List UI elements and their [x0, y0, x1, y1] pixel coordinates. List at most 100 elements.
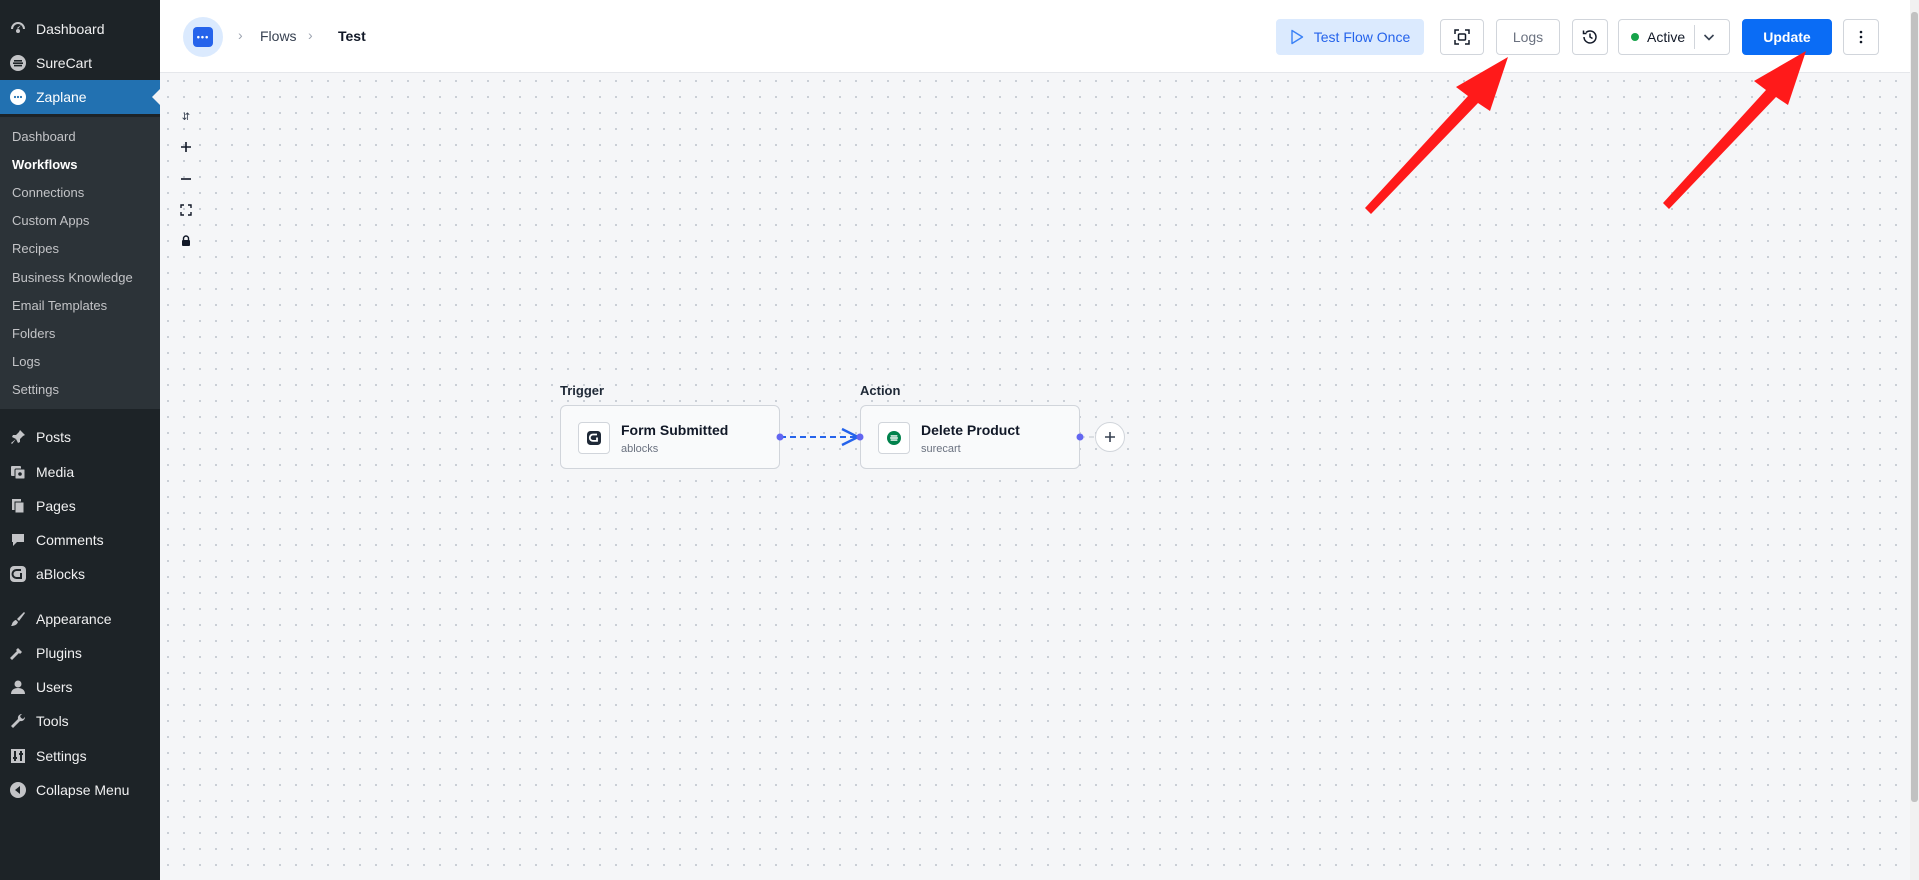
chevron-right-icon: › [308, 27, 313, 43]
menu-item-plugins[interactable]: Plugins [0, 636, 160, 670]
plug-icon [8, 643, 28, 663]
breadcrumb-current-flow: Test [338, 28, 366, 44]
kebab-menu-icon [1859, 30, 1863, 44]
status-dot [1631, 33, 1639, 41]
lock-icon[interactable] [176, 231, 196, 251]
action-output-handle [1076, 433, 1084, 441]
pin-icon [8, 427, 28, 447]
history-icon [1581, 28, 1599, 46]
menu-item-label: Posts [36, 429, 72, 445]
flow-editor-header: ••• › Flows › Test Test Flow Once Logs A… [160, 0, 1910, 73]
page-scrollbar[interactable] [1910, 0, 1919, 880]
menu-item-label: Plugins [36, 645, 82, 661]
menu-item-dashboard[interactable]: Dashboard [0, 12, 160, 46]
submenu-item-connections[interactable]: Connections [12, 185, 84, 200]
submenu-item-custom-apps[interactable]: Custom Apps [12, 213, 89, 228]
pages-icon [8, 496, 28, 516]
zaplane-submenu: Dashboard Workflows Connections Custom A… [0, 117, 160, 409]
action-input-handle [856, 433, 864, 441]
submenu-item-recipes[interactable]: Recipes [12, 241, 59, 256]
brush-icon [8, 609, 28, 629]
submenu-item-business-knowledge[interactable]: Business Knowledge [12, 270, 133, 285]
update-label: Update [1763, 29, 1811, 45]
menu-item-zaplane[interactable]: Zaplane [0, 80, 160, 114]
plus-icon [1104, 431, 1116, 443]
ablocks-app-icon [578, 422, 610, 454]
screenshot-button[interactable] [1440, 19, 1484, 55]
user-icon [8, 677, 28, 697]
trigger-node[interactable]: Form Submitted ablocks [560, 405, 780, 469]
submenu-item-folders[interactable]: Folders [12, 326, 55, 341]
menu-item-comments[interactable]: Comments [0, 523, 160, 557]
menu-item-tools[interactable]: Tools [0, 704, 160, 738]
dashboard-icon [8, 19, 28, 39]
menu-item-surecart[interactable]: SureCart [0, 46, 160, 80]
menu-item-settings[interactable]: Settings [0, 739, 160, 773]
comment-icon [8, 530, 28, 550]
menu-item-label: Users [36, 679, 73, 695]
menu-item-ablocks[interactable]: aBlocks [0, 557, 160, 591]
update-button[interactable]: Update [1742, 19, 1832, 55]
more-options-button[interactable] [1843, 19, 1879, 55]
menu-item-label: SureCart [36, 55, 93, 71]
flow-edges [776, 427, 1100, 447]
chevron-down-icon[interactable] [1701, 29, 1717, 45]
submenu-item-dashboard[interactable]: Dashboard [12, 129, 76, 144]
media-icon [8, 462, 28, 482]
menu-item-label: Zaplane [36, 89, 87, 105]
menu-item-label: aBlocks [36, 566, 86, 582]
scan-icon [1453, 28, 1471, 46]
breadcrumb-flows[interactable]: Flows [260, 28, 297, 44]
admin-sidebar: Dashboard SureCart Zaplane Dashboard Wor… [0, 0, 160, 880]
menu-item-label: Settings [36, 748, 87, 764]
submenu-item-logs[interactable]: Logs [12, 354, 40, 369]
submenu-item-email-templates[interactable]: Email Templates [12, 298, 107, 313]
zaplane-logo[interactable]: ••• [183, 17, 223, 57]
fit-view-icon[interactable] [176, 200, 196, 220]
trigger-title: Form Submitted [621, 422, 729, 438]
collapse-icon [8, 780, 28, 800]
status-divider [1694, 25, 1695, 49]
add-step-button[interactable] [1095, 422, 1125, 452]
trigger-output-handle [776, 433, 784, 441]
submenu-item-settings[interactable]: Settings [12, 382, 59, 397]
chevron-right-icon: › [238, 27, 243, 43]
trigger-app-name: ablocks [621, 443, 659, 455]
logs-button[interactable]: Logs [1496, 19, 1560, 55]
menu-item-posts[interactable]: Posts [0, 420, 160, 454]
test-flow-once-label: Test Flow Once [1313, 29, 1411, 45]
menu-item-label: Pages [36, 498, 76, 514]
menu-item-label: Media [36, 464, 75, 480]
menu-item-label: Appearance [36, 611, 112, 627]
status-label: Active [1647, 29, 1686, 45]
ablocks-icon [8, 564, 28, 584]
test-flow-once-button[interactable]: Test Flow Once [1276, 19, 1424, 55]
menu-item-label: Dashboard [36, 21, 105, 37]
logo-mark-icon: ••• [193, 27, 213, 47]
flow-canvas[interactable]: ⇵ Trigger Form Submitted ablocks Action … [160, 73, 1910, 880]
menu-item-label: Tools [36, 713, 69, 729]
zoom-out-icon[interactable] [176, 169, 196, 189]
logs-label: Logs [1512, 29, 1544, 45]
swap-direction-icon[interactable]: ⇵ [176, 107, 196, 127]
settings-icon [8, 746, 28, 766]
action-section-label: Action [860, 383, 901, 398]
submenu-item-workflows[interactable]: Workflows [12, 157, 78, 172]
play-icon [1290, 29, 1304, 45]
status-dropdown[interactable]: Active [1618, 19, 1730, 55]
menu-item-pages[interactable]: Pages [0, 489, 160, 523]
menu-item-label: Comments [36, 532, 104, 548]
menu-item-label: Collapse Menu [36, 782, 130, 798]
menu-item-users[interactable]: Users [0, 670, 160, 704]
surecart-icon [8, 53, 28, 73]
menu-item-appearance[interactable]: Appearance [0, 602, 160, 636]
menu-item-media[interactable]: Media [0, 455, 160, 489]
collapse-menu-button[interactable]: Collapse Menu [0, 773, 160, 807]
wrench-icon [8, 711, 28, 731]
history-button[interactable] [1572, 19, 1608, 55]
scrollbar-thumb[interactable] [1911, 12, 1918, 802]
zoom-in-icon[interactable] [176, 137, 196, 157]
zaplane-icon [8, 87, 28, 107]
trigger-section-label: Trigger [560, 383, 605, 398]
current-menu-arrow [152, 89, 160, 105]
